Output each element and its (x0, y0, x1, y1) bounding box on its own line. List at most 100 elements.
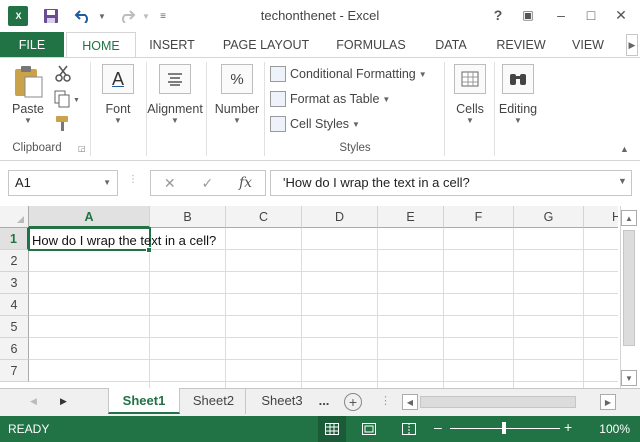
sheet-tab-sheet2[interactable]: Sheet2 (182, 388, 246, 414)
cell-styles-label: Cell Styles (290, 117, 350, 131)
normal-view-icon (325, 423, 339, 435)
row-header-7[interactable]: 7 (0, 360, 29, 382)
binoculars-icon (502, 64, 534, 94)
styles-group-label: Styles (339, 142, 371, 154)
conditional-formatting-icon (270, 66, 286, 82)
editing-label: Editing (498, 102, 538, 116)
row-header-6[interactable]: 6 (0, 338, 29, 360)
tab-review[interactable]: REVIEW (490, 32, 552, 58)
alignment-button[interactable]: Alignment ▼ (144, 64, 206, 125)
tab-view[interactable]: VIEW (564, 32, 612, 58)
row-header-3[interactable]: 3 (0, 272, 29, 294)
column-header-h[interactable]: H (584, 206, 618, 228)
formula-bar-resize-handle-icon[interactable]: ⋮ (128, 174, 138, 185)
page-break-preview-button[interactable] (400, 420, 418, 438)
undo-dropdown-icon[interactable]: ▼ (96, 6, 108, 26)
name-box[interactable]: A1 ▼ (8, 170, 118, 196)
redo-icon[interactable] (114, 6, 140, 26)
cell-styles-button[interactable]: Cell Styles ▼ (270, 113, 360, 135)
cell-styles-dropdown-icon: ▼ (352, 119, 360, 129)
clipboard-dialog-launcher-icon[interactable]: ◲ (78, 144, 86, 153)
status-ready: READY (8, 422, 50, 436)
name-box-dropdown-icon[interactable]: ▼ (103, 171, 111, 195)
row-header-1[interactable]: 1 (0, 228, 29, 250)
paste-button[interactable]: Paste ▼ (8, 64, 48, 125)
paste-dropdown-icon: ▼ (24, 116, 32, 125)
cells-button[interactable]: Cells ▼ (450, 64, 490, 125)
editing-button[interactable]: Editing ▼ (496, 64, 540, 125)
number-button[interactable]: % Number ▼ (210, 64, 264, 125)
svg-text:▼: ▼ (73, 97, 80, 104)
sheet-tab-sheet3[interactable]: Sheet3 (250, 388, 314, 414)
sheet-tab-sheet1[interactable]: Sheet1 (108, 388, 180, 414)
row-header-5[interactable]: 5 (0, 316, 29, 338)
scroll-down-icon[interactable]: ▼ (621, 370, 637, 386)
ribbon-scroll-right-icon[interactable]: ▶ (626, 34, 638, 56)
redo-dropdown-icon[interactable]: ▼ (140, 6, 152, 26)
close-button[interactable]: ✕ (608, 4, 634, 26)
select-all-corner[interactable] (0, 206, 29, 228)
tab-file[interactable]: FILE (0, 32, 64, 58)
cells-dropdown-icon: ▼ (466, 116, 474, 125)
tab-page-layout[interactable]: PAGE LAYOUT (214, 32, 318, 58)
zoom-out-button[interactable]: – (434, 419, 442, 435)
conditional-formatting-button[interactable]: Conditional Formatting ▼ (270, 63, 427, 85)
formula-input[interactable]: 'How do I wrap the text in a cell? (270, 170, 632, 196)
tab-formulas[interactable]: FORMULAS (330, 32, 412, 58)
column-header-b[interactable]: B (150, 206, 226, 228)
scroll-right-icon[interactable]: ▶ (600, 394, 616, 410)
column-header-a[interactable]: A (29, 206, 150, 228)
font-button[interactable]: A Font ▼ (96, 64, 140, 125)
normal-view-button[interactable] (318, 416, 346, 442)
excel-logo-icon[interactable]: X (8, 6, 28, 26)
format-painter-icon[interactable] (54, 114, 72, 132)
more-sheets-button[interactable]: ... (314, 388, 334, 414)
scroll-up-icon[interactable]: ▲ (621, 210, 637, 226)
insert-function-icon[interactable]: fx (239, 175, 252, 191)
confirm-entry-icon[interactable]: ✓ (201, 175, 213, 192)
collapse-ribbon-icon[interactable]: ▲ (620, 144, 629, 154)
vertical-scroll-thumb[interactable] (623, 230, 635, 346)
column-header-e[interactable]: E (378, 206, 444, 228)
cancel-entry-icon[interactable]: ✕ (164, 175, 176, 192)
row-header-4[interactable]: 4 (0, 294, 29, 316)
expand-formula-bar-icon[interactable]: ▼ (618, 176, 627, 186)
column-header-c[interactable]: C (226, 206, 302, 228)
tab-home[interactable]: HOME (66, 32, 136, 58)
customize-toolbar-icon[interactable]: ≡ (156, 6, 170, 26)
ribbon-display-options-button[interactable]: ▣ (515, 4, 541, 26)
tab-insert[interactable]: INSERT (140, 32, 204, 58)
minimize-button[interactable]: – (548, 4, 574, 26)
help-button[interactable]: ? (485, 4, 511, 26)
row-header-2[interactable]: 2 (0, 250, 29, 272)
prev-sheet-icon[interactable]: ◀ (30, 396, 37, 407)
tab-split-handle-icon[interactable]: ⋮ (380, 394, 391, 407)
zoom-slider-thumb[interactable] (502, 422, 506, 434)
cells-icon (454, 64, 486, 94)
format-as-table-icon (270, 91, 286, 107)
scroll-left-icon[interactable]: ◀ (402, 394, 418, 410)
column-header-d[interactable]: D (302, 206, 378, 228)
ribbon-divider (444, 62, 445, 156)
zoom-in-button[interactable]: + (564, 419, 572, 435)
next-sheet-icon[interactable]: ▶ (60, 396, 67, 407)
percent-icon: % (221, 64, 253, 94)
font-icon: A (102, 64, 134, 94)
font-dropdown-icon: ▼ (114, 116, 122, 125)
copy-icon[interactable]: ▼ (54, 90, 80, 108)
cell-styles-icon (270, 116, 286, 132)
horizontal-scroll-thumb[interactable] (420, 396, 576, 408)
zoom-level[interactable]: 100% (599, 422, 630, 436)
page-layout-view-button[interactable] (360, 420, 378, 438)
column-header-g[interactable]: G (514, 206, 584, 228)
vertical-scrollbar[interactable]: ▲ ▼ (620, 206, 638, 388)
editing-dropdown-icon: ▼ (514, 116, 522, 125)
cut-icon[interactable] (54, 64, 72, 82)
save-icon[interactable] (40, 6, 62, 26)
format-as-table-button[interactable]: Format as Table ▼ (270, 88, 390, 110)
new-sheet-button[interactable]: + (344, 393, 362, 411)
undo-icon[interactable] (70, 6, 96, 26)
column-header-f[interactable]: F (444, 206, 514, 228)
maximize-button[interactable]: □ (578, 4, 604, 26)
tab-data[interactable]: DATA (426, 32, 476, 58)
